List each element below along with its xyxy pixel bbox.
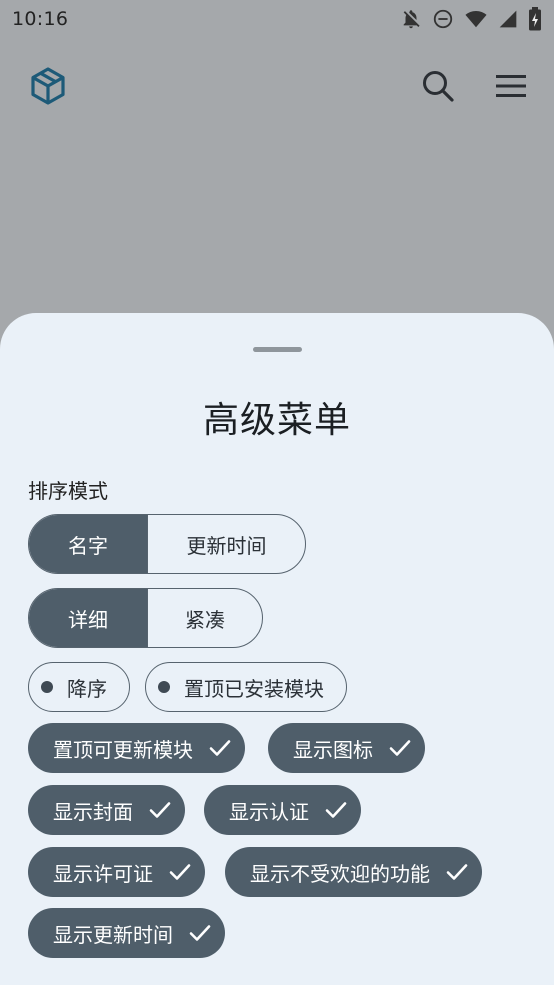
chip-descending[interactable]: 降序 xyxy=(28,662,130,712)
bell-off-icon xyxy=(400,8,422,30)
chip-label: 降序 xyxy=(67,676,107,701)
cellular-signal-icon xyxy=(498,9,518,29)
chip-label: 置顶已安装模块 xyxy=(184,676,324,701)
segment-compact[interactable]: 紧凑 xyxy=(147,589,262,647)
sort-mode-label: 排序模式 xyxy=(28,479,108,503)
search-icon xyxy=(423,71,454,102)
menu-button[interactable] xyxy=(491,66,531,106)
status-bar: 10:16 xyxy=(0,0,554,38)
check-icon xyxy=(325,801,347,819)
chip-label: 显示图标 xyxy=(293,737,373,762)
chip-pin-updatable[interactable]: 置顶可更新模块 xyxy=(28,723,245,773)
battery-icon xyxy=(528,7,542,31)
chip-label: 置顶可更新模块 xyxy=(53,737,193,762)
segment-detailed[interactable]: 详细 xyxy=(29,589,147,647)
drag-handle[interactable] xyxy=(253,347,302,352)
wifi-icon xyxy=(464,8,488,30)
chip-show-cover[interactable]: 显示封面 xyxy=(28,785,185,835)
dot-icon xyxy=(41,681,53,693)
chip-label: 显示许可证 xyxy=(53,861,153,886)
chip-label: 显示更新时间 xyxy=(53,922,173,947)
advanced-menu-sheet: 高级菜单 排序模式 名字 更新时间 详细 紧凑 降序 置顶已安装模块 置顶可更新… xyxy=(0,313,554,985)
chip-show-license[interactable]: 显示许可证 xyxy=(28,847,205,897)
segment-update-time[interactable]: 更新时间 xyxy=(147,515,305,573)
chip-show-icon[interactable]: 显示图标 xyxy=(268,723,425,773)
do-not-disturb-icon xyxy=(432,8,454,30)
sort-mode-segmented: 名字 更新时间 xyxy=(28,514,306,574)
status-icons xyxy=(400,7,542,31)
check-icon xyxy=(446,863,468,881)
chip-pin-installed[interactable]: 置顶已安装模块 xyxy=(145,662,347,712)
cube-logo-icon xyxy=(28,66,68,106)
check-icon xyxy=(389,739,411,757)
search-button[interactable] xyxy=(418,66,458,106)
segment-name[interactable]: 名字 xyxy=(29,515,147,573)
check-icon xyxy=(209,739,231,757)
check-icon xyxy=(189,924,211,942)
check-icon xyxy=(169,863,191,881)
menu-icon xyxy=(496,75,526,97)
chip-label: 显示封面 xyxy=(53,799,133,824)
dot-icon xyxy=(158,681,170,693)
chip-label: 显示不受欢迎的功能 xyxy=(250,861,430,886)
chip-show-update-time[interactable]: 显示更新时间 xyxy=(28,908,225,958)
app-bar xyxy=(0,58,554,116)
chip-show-anti-features[interactable]: 显示不受欢迎的功能 xyxy=(225,847,482,897)
chip-show-verified[interactable]: 显示认证 xyxy=(204,785,361,835)
check-icon xyxy=(149,801,171,819)
sheet-title: 高级菜单 xyxy=(202,400,351,441)
view-mode-segmented: 详细 紧凑 xyxy=(28,588,263,648)
status-time: 10:16 xyxy=(12,8,69,30)
chip-label: 显示认证 xyxy=(229,799,309,824)
